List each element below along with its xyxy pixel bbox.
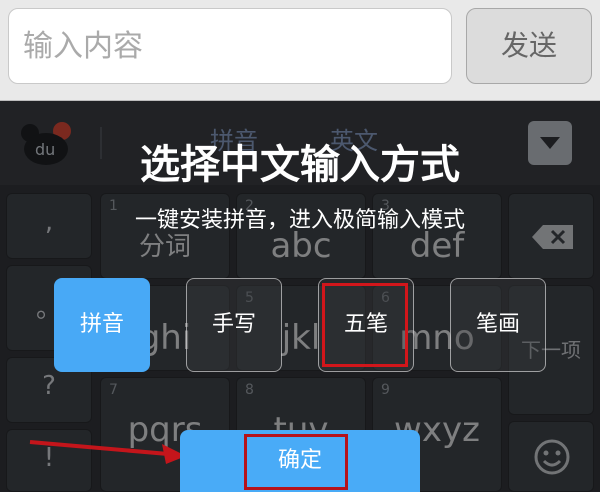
send-button[interactable]: 发送 bbox=[466, 8, 592, 84]
option-pinyin[interactable]: 拼音 bbox=[54, 278, 150, 372]
option-handwriting[interactable]: 手写 bbox=[186, 278, 282, 372]
confirm-highlight-box bbox=[244, 434, 348, 490]
modal-title: 选择中文输入方式 bbox=[140, 142, 460, 188]
modal-subtitle: 一键安装拼音，进入极简输入模式 bbox=[134, 208, 465, 233]
option-stroke[interactable]: 笔画 bbox=[450, 278, 546, 372]
wubi-highlight-box bbox=[322, 283, 408, 367]
message-input[interactable]: 输入内容 bbox=[8, 8, 452, 84]
arrow-right-icon bbox=[29, 440, 186, 464]
